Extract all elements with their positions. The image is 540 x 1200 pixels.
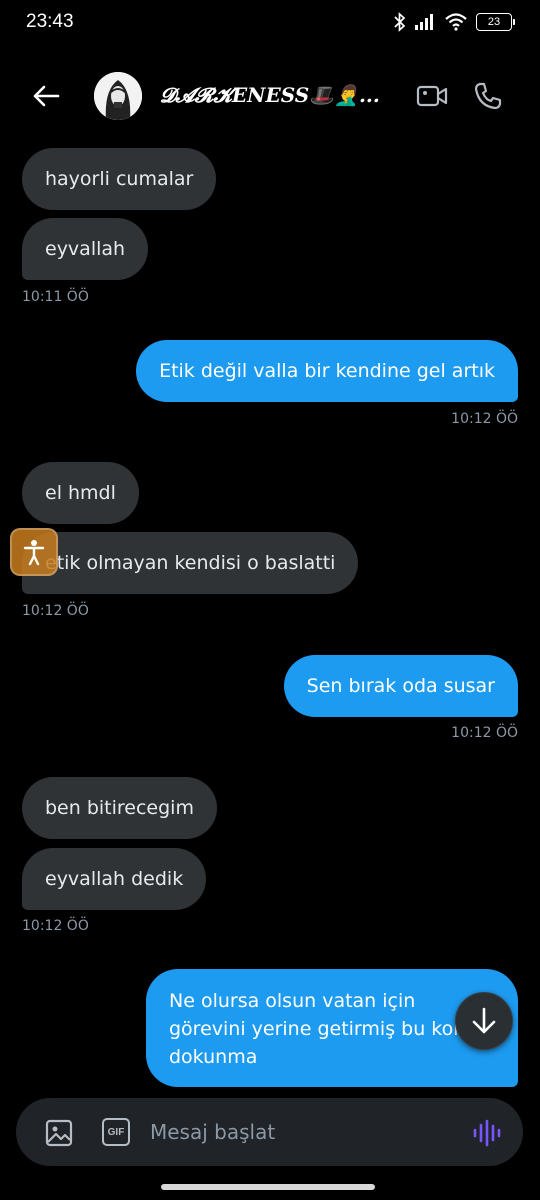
conversation-header: 𝓓𝓐𝓡𝓚ENESS🎩🤦‍♂️... — [0, 60, 540, 132]
wifi-icon — [445, 13, 467, 31]
arrow-down-icon — [472, 1007, 496, 1034]
message-timestamp: 10:12 ÖÖ — [451, 725, 518, 741]
incoming-message[interactable]: etik olmayan kendisi o baslatti — [22, 532, 359, 594]
gif-button[interactable]: GIF — [102, 1118, 130, 1146]
image-icon — [45, 1119, 73, 1147]
status-icons: 23 — [394, 12, 515, 32]
scroll-to-bottom-button[interactable] — [455, 992, 513, 1050]
message-timestamp: 10:12 ÖÖ — [22, 603, 89, 619]
back-button[interactable] — [26, 78, 66, 114]
status-bar: 23:43 23 — [0, 0, 540, 46]
status-time: 23:43 — [26, 11, 74, 32]
arrow-left-icon — [33, 85, 60, 107]
incoming-message[interactable]: eyvallah — [22, 218, 149, 280]
incoming-message[interactable]: hayorli cumalar — [22, 148, 217, 210]
outgoing-message[interactable]: Sen bırak oda susar — [283, 655, 518, 717]
video-camera-icon — [416, 85, 448, 107]
bluetooth-icon — [394, 12, 406, 32]
battery-icon: 23 — [476, 13, 515, 31]
accessibility-shortcut-button[interactable] — [10, 528, 58, 576]
outgoing-message[interactable]: Etik değil valla bir kendine gel artık — [136, 340, 518, 402]
incoming-message[interactable]: ben bitirecegim — [22, 777, 217, 839]
message-timestamp: 10:11 ÖÖ — [22, 289, 89, 305]
incoming-message[interactable]: eyvallah dedik — [22, 848, 207, 910]
voice-message-button[interactable] — [471, 1117, 503, 1149]
battery-level: 23 — [487, 16, 501, 28]
home-indicator[interactable] — [161, 1184, 375, 1190]
phone-call-button[interactable] — [470, 78, 506, 114]
phone-icon — [474, 82, 502, 110]
signal-icon — [415, 14, 433, 30]
add-image-button[interactable] — [44, 1118, 74, 1148]
incoming-message[interactable]: el hmdl — [22, 462, 139, 524]
voice-wave-icon — [473, 1119, 501, 1147]
contact-name[interactable]: 𝓓𝓐𝓡𝓚ENESS🎩🤦‍♂️... — [160, 83, 380, 107]
message-timestamp: 10:12 ÖÖ — [22, 918, 89, 934]
avatar[interactable] — [94, 72, 142, 120]
avatar-image — [94, 72, 142, 120]
video-call-button[interactable] — [414, 80, 450, 112]
accessibility-icon — [23, 540, 45, 566]
message-composer: GIF — [16, 1098, 523, 1166]
message-timestamp: 10:12 ÖÖ — [451, 411, 518, 427]
message-input[interactable] — [150, 1112, 450, 1152]
